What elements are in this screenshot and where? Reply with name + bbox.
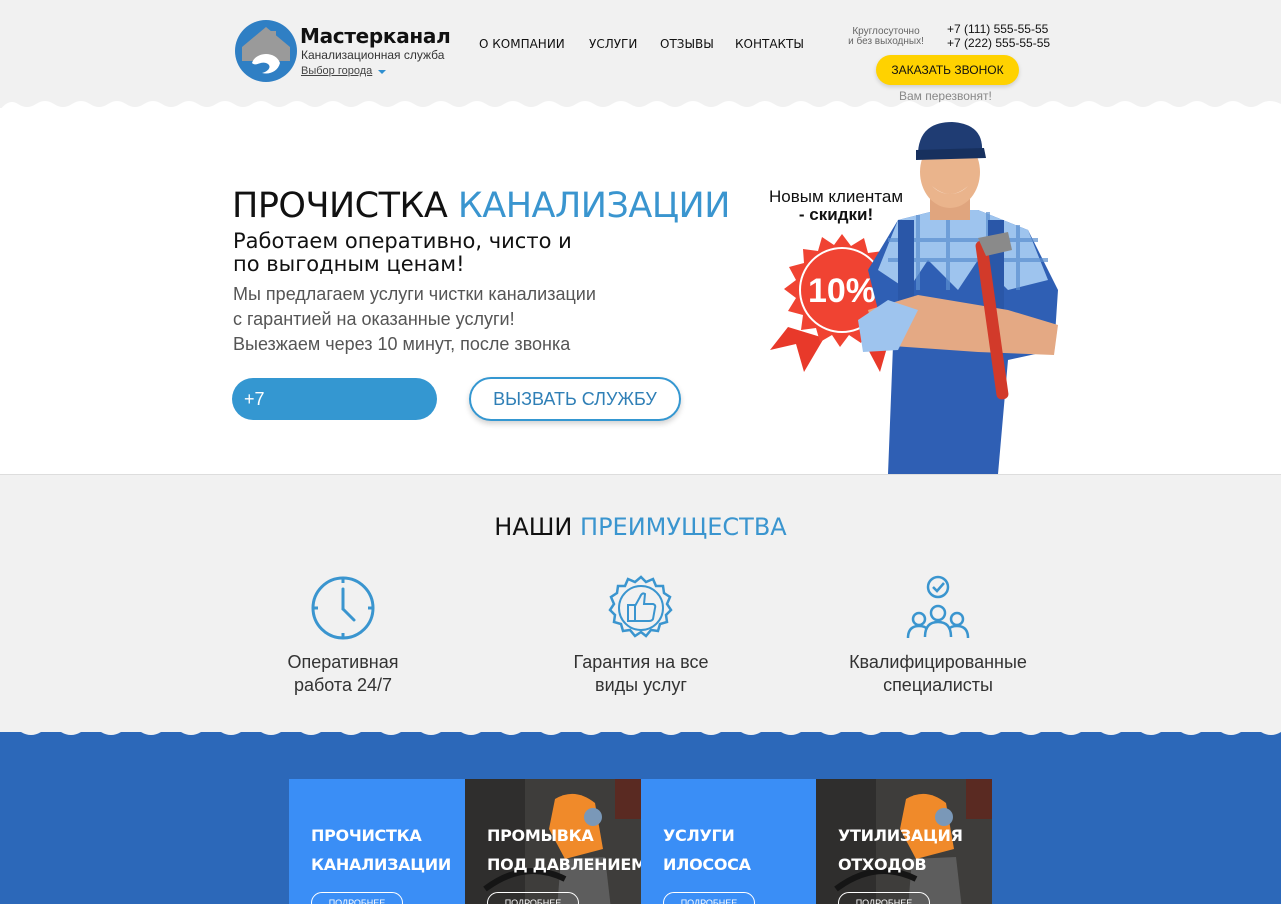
nav-about[interactable]: О КОМПАНИИ [479, 37, 565, 51]
service-title: ПРОМЫВКА ПОД ДАВЛЕНИЕМ [487, 821, 641, 879]
advantages-section: НАШИ ПРЕИМУЩЕСТВА Оперативная работа 24/… [0, 474, 1281, 732]
service-card[interactable]: УСЛУГИ ИЛОСОСА ПОДРОБНЕЕ [641, 779, 817, 904]
nav-reviews[interactable]: ОТЗЫВЫ [660, 37, 714, 51]
nav-services[interactable]: УСЛУГИ [589, 37, 637, 51]
advantage-line1: Квалифицированные [849, 652, 1027, 672]
service-title: ПРОЧИСТКА КАНАЛИЗАЦИИ [311, 821, 451, 879]
service-title-line1: УСЛУГИ [663, 826, 735, 845]
more-button[interactable]: ПОДРОБНЕЕ [838, 892, 930, 904]
more-button[interactable]: ПОДРОБНЕЕ [663, 892, 755, 904]
nav-contacts[interactable]: КОНТАКТЫ [735, 37, 804, 51]
advantage-label: Квалифицированные специалисты [828, 651, 1048, 697]
working-hours: Круглосуточно и без выходных! [838, 27, 934, 47]
service-title: УСЛУГИ ИЛОСОСА [663, 821, 751, 879]
advantage-label: Гарантия на все виды услуг [531, 651, 751, 697]
service-title-line1: ПРОЧИСТКА [311, 826, 422, 845]
wave-divider [0, 726, 1281, 735]
site-header: Мастерканал Канализационная служба Выбор… [0, 0, 1281, 112]
chevron-down-icon[interactable] [378, 70, 386, 74]
more-button[interactable]: ПОДРОБНЕЕ [487, 892, 579, 904]
hero-subtitle: Работаем оперативно, чисто и по выгодным… [233, 230, 572, 276]
brand-name: Мастерканал [300, 24, 451, 48]
advantage-line2: виды услуг [595, 675, 687, 695]
brand-subtitle: Канализационная служба [301, 48, 445, 62]
hero-subtitle-line2: по выгодным ценам! [233, 252, 465, 276]
hero-subtitle-line1: Работаем оперативно, чисто и [233, 229, 572, 253]
advantage-item: Оперативная работа 24/7 [233, 575, 453, 697]
service-card[interactable]: УТИЛИЗАЦИЯ ОТХОДОВ ПОДРОБНЕЕ [816, 779, 992, 904]
service-title-line1: УТИЛИЗАЦИЯ [838, 826, 963, 845]
advantage-line2: специалисты [883, 675, 993, 695]
advantage-line1: Гарантия на все [573, 652, 709, 672]
call-service-button[interactable]: ВЫЗВАТЬ СЛУЖБУ [469, 377, 681, 421]
working-hours-line2: и без выходных! [848, 36, 924, 47]
more-button[interactable]: ПОДРОБНЕЕ [311, 892, 403, 904]
service-title-line2: КАНАЛИЗАЦИИ [311, 855, 451, 874]
services-section: ПРОЧИСТКА КАНАЛИЗАЦИИ ПОДРОБНЕЕ ПРОМЫВКА… [0, 732, 1281, 904]
hero-title-black: ПРОЧИСТКА [232, 186, 448, 226]
city-select[interactable]: Выбор города [301, 65, 372, 77]
hero-desc-line2: с гарантией на оказанные услуги! [233, 309, 515, 329]
hero-title: ПРОЧИСТКА КАНАЛИЗАЦИИ [232, 186, 730, 226]
advantage-line2: работа 24/7 [293, 675, 393, 695]
hero-title-blue: КАНАЛИЗАЦИИ [457, 186, 730, 226]
advantages-title-black: НАШИ [494, 513, 573, 541]
service-title-line2: ИЛОСОСА [663, 855, 751, 874]
service-title: УТИЛИЗАЦИЯ ОТХОДОВ [838, 821, 963, 879]
advantage-item: Квалифицированные специалисты [828, 575, 1048, 697]
advantages-title-blue: ПРЕИМУЩЕСТВА [580, 513, 787, 541]
hero-desc-line3: Выезжаем через 10 минут, после звонка [233, 334, 571, 354]
clock-icon [311, 576, 375, 640]
service-title-line2: ПОД ДАВЛЕНИЕМ [487, 855, 641, 874]
service-title-line2: ОТХОДОВ [838, 855, 927, 874]
hero-description: Мы предлагаем услуги чистки канализации … [233, 282, 596, 357]
hero-section: ПРОЧИСТКА КАНАЛИЗАЦИИ Работаем оперативн… [0, 108, 1281, 474]
advantage-item: Гарантия на все виды услуг [531, 575, 751, 697]
phone-input[interactable]: +7 [232, 378, 437, 420]
thumbs-up-icon [608, 575, 673, 638]
service-title-line1: ПРОМЫВКА [487, 826, 594, 845]
service-card[interactable]: ПРОМЫВКА ПОД ДАВЛЕНИЕМ ПОДРОБНЕЕ [465, 779, 641, 904]
advantage-line1: Оперативная [287, 652, 399, 672]
advantage-label: Оперативная работа 24/7 [233, 651, 453, 697]
phone-number-1[interactable]: +7 (111) 555-55-55 [947, 22, 1048, 36]
phone-number-2[interactable]: +7 (222) 555-55-55 [947, 36, 1050, 50]
service-card[interactable]: ПРОЧИСТКА КАНАЛИЗАЦИИ ПОДРОБНЕЕ [289, 779, 465, 904]
advantages-title: НАШИ ПРЕИМУЩЕСТВА [0, 513, 1281, 541]
hero-desc-line1: Мы предлагаем услуги чистки канализации [233, 284, 596, 304]
team-icon [906, 575, 970, 639]
logo-icon[interactable] [232, 17, 302, 83]
plumber-image [858, 122, 1058, 474]
order-callback-button[interactable]: ЗАКАЗАТЬ ЗВОНОК [876, 55, 1019, 85]
